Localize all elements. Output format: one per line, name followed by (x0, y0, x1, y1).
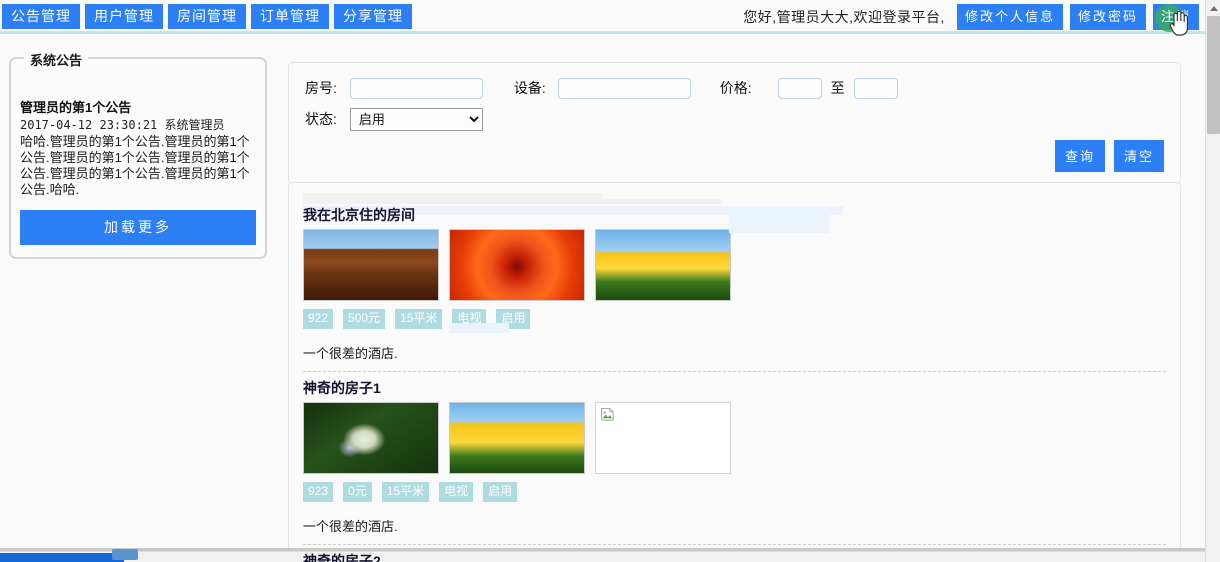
room-list-container: 我在北京住的房间 922 500元 15平米 电视 启用 一个很差的酒店. 神奇… (288, 182, 1181, 562)
room-photo-tulips[interactable] (449, 402, 585, 474)
search-form-row-2: 状态: 启用 (305, 107, 1164, 131)
edit-profile-button[interactable]: 修改个人信息 (956, 4, 1063, 30)
room-title: 我在北京住的房间 (303, 207, 415, 223)
room-tag-price: 500元 (343, 309, 386, 329)
announcement-body: 哈哈.管理员的第1个公告.管理员的第1个公告.管理员的第1个公告.管理员的第1个… (20, 134, 250, 197)
room-title: 神奇的房子1 (303, 380, 381, 396)
price-label: 价格: (719, 80, 752, 96)
main-nav-group: 公告管理 用户管理 房间管理 订单管理 分享管理 (2, 4, 412, 29)
room-photo-tulips[interactable] (595, 229, 731, 301)
room-list-item[interactable]: 神奇的房子1 923 0元 15平米 电视 启用 一个很差的酒店. (303, 379, 1166, 545)
query-button[interactable]: 查询 (1054, 140, 1105, 172)
room-description: 一个很差的酒店. (303, 346, 398, 361)
price-range-separator: 至 (830, 80, 845, 96)
room-tag-status: 启用 (496, 309, 531, 329)
room-thumbnail-strip (303, 402, 1166, 474)
room-divider (303, 371, 1166, 372)
room-thumbnail-strip (303, 229, 1166, 301)
render-artifact (303, 199, 723, 204)
room-divider (303, 544, 1166, 545)
device-input[interactable] (557, 77, 691, 99)
vertical-scrollbar-thumb[interactable] (1207, 16, 1220, 134)
room-tag-list: 922 500元 15平米 电视 启用 (303, 309, 1166, 329)
room-tag-number: 922 (303, 309, 334, 329)
room-list-item[interactable]: 我在北京住的房间 922 500元 15平米 电视 启用 一个很差的酒店. (303, 206, 1166, 372)
horizontal-scrollbar-handle[interactable] (112, 549, 138, 560)
room-tag-area: 15平米 (381, 482, 430, 502)
search-form-row-1: 房号: 设备: 价格: 至 (305, 77, 1164, 99)
search-action-buttons: 查询 清空 (305, 140, 1164, 172)
device-label: 设备: (513, 80, 546, 96)
room-search-form: 房号: 设备: 价格: 至 状态: 启用 查询 清空 (288, 62, 1181, 185)
account-nav-group: 您好,管理员大大,欢迎登录平台, 修改个人信息 修改密码 注销 (743, 4, 1199, 32)
room-tag-status: 启用 (483, 482, 518, 502)
room-no-label: 房号: (305, 80, 337, 96)
system-announcement-panel: 系统公告 管理员的第1个公告 2017-04-12 23:30:21 系统管理员… (9, 50, 267, 259)
nav-user-management[interactable]: 用户管理 (85, 4, 163, 29)
status-select[interactable]: 启用 (349, 107, 483, 131)
nav-order-management[interactable]: 订单管理 (251, 4, 329, 29)
room-tag-list: 923 0元 15平米 电视 启用 (303, 482, 1166, 502)
nav-share-management[interactable]: 分享管理 (334, 4, 412, 29)
nav-room-management[interactable]: 房间管理 (168, 4, 246, 29)
room-tag-area: 15平米 (395, 309, 443, 329)
change-password-button[interactable]: 修改密码 (1069, 4, 1146, 30)
room-title: 神奇的房子2 (303, 553, 381, 562)
room-tag-number: 923 (303, 482, 334, 502)
room-photo-hydrangea[interactable] (303, 402, 439, 474)
room-description: 一个很差的酒店. (303, 519, 398, 534)
room-tag-device: 电视 (439, 482, 474, 502)
price-min-input[interactable] (777, 77, 822, 99)
clear-button[interactable]: 清空 (1113, 140, 1164, 172)
broken-image-icon (600, 407, 614, 421)
logout-button[interactable]: 注销 (1152, 4, 1199, 32)
room-no-input[interactable] (349, 77, 483, 99)
horizontal-scrollbar-thumb[interactable] (0, 553, 124, 562)
room-tag-device: 电视 (452, 309, 487, 329)
room-list-item[interactable]: 神奇的房子2 924 0元 15平米 电视wifi 启用 (303, 552, 1166, 562)
scroll-up-arrow-icon[interactable] (1206, 0, 1220, 15)
change-password-label: 修改密码 (1077, 9, 1138, 24)
room-photo-red-flower[interactable] (449, 229, 585, 301)
top-navigation-bar: 公告管理 用户管理 房间管理 订单管理 分享管理 您好,管理员大大,欢迎登录平台… (0, 0, 1205, 34)
vertical-scrollbar[interactable] (1205, 0, 1220, 562)
room-photo-desert[interactable] (303, 229, 439, 301)
announcement-title: 管理员的第1个公告 (20, 100, 132, 115)
nav-announcement-management[interactable]: 公告管理 (2, 4, 80, 29)
room-photo-broken[interactable] (595, 402, 731, 474)
browser-viewport: 公告管理 用户管理 房间管理 订单管理 分享管理 您好,管理员大大,欢迎登录平台… (0, 0, 1220, 562)
announcement-panel-legend: 系统公告 (24, 50, 89, 69)
status-label: 状态: (305, 111, 337, 127)
logout-label: 注销 (1160, 9, 1191, 24)
room-tag-price: 0元 (343, 482, 372, 502)
edit-profile-label: 修改个人信息 (964, 9, 1055, 24)
load-more-button[interactable]: 加载更多 (20, 210, 256, 245)
announcement-meta: 2017-04-12 23:30:21 系统管理员 (20, 118, 225, 132)
greeting-text: 您好,管理员大大,欢迎登录平台, (743, 9, 945, 25)
price-max-input[interactable] (853, 77, 898, 99)
